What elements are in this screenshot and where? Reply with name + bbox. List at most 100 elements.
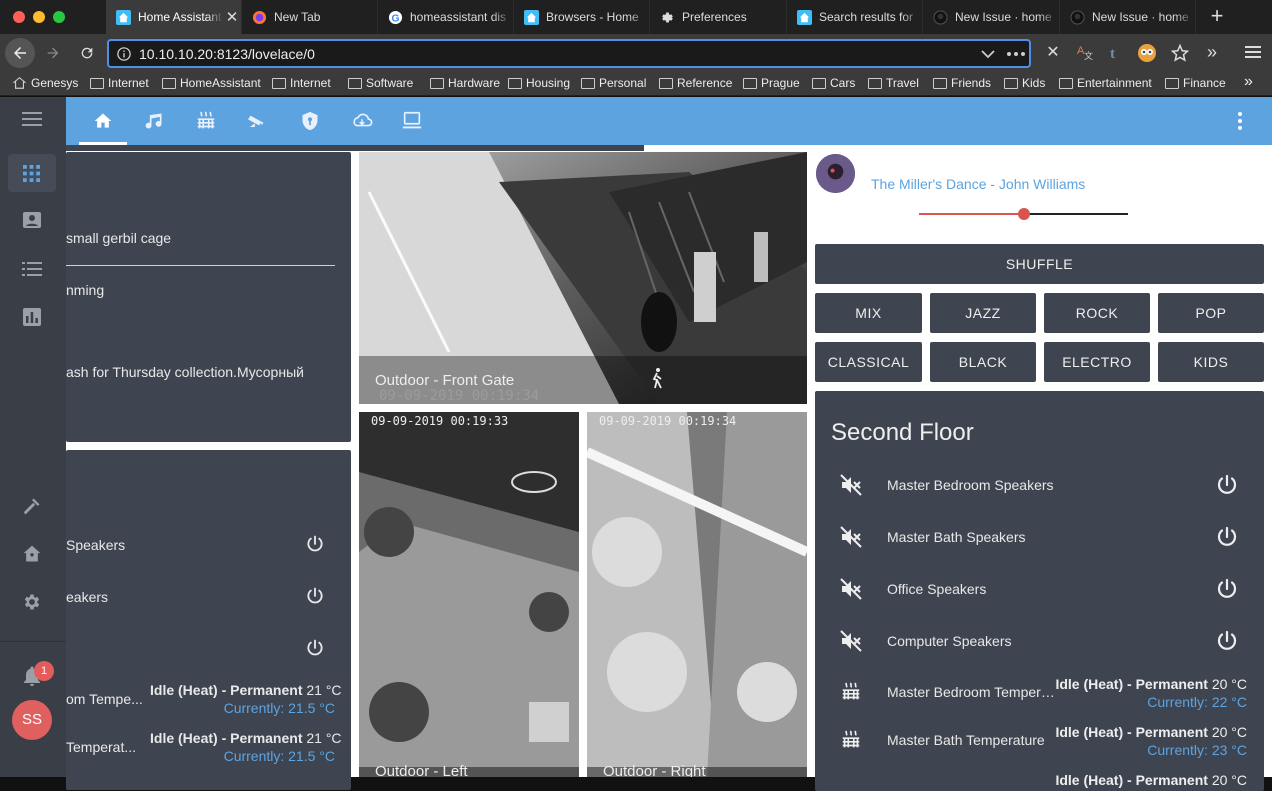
bookmark-folder[interactable]: Hardware — [430, 76, 500, 90]
tab-security[interactable] — [286, 97, 334, 145]
thermostat-current: Currently: 22 °C — [1147, 694, 1247, 710]
sidebar-item-history[interactable] — [20, 305, 44, 329]
bookmark-folder[interactable]: Prague — [743, 76, 800, 90]
close-tab-icon[interactable]: ✕ — [223, 8, 241, 26]
bookmark-folder[interactable]: Internet — [90, 76, 149, 90]
power-icon[interactable] — [1215, 525, 1239, 549]
bookmark-folder[interactable]: Finance — [1165, 76, 1226, 90]
album-art[interactable] — [816, 154, 855, 193]
overflow-extensions-button[interactable]: » — [1202, 42, 1222, 62]
genre-rock-button[interactable]: ROCK — [1044, 293, 1150, 333]
browser-tab[interactable]: Home Assistant ✕ — [106, 0, 242, 34]
shuffle-button[interactable]: SHUFFLE — [815, 244, 1264, 284]
tab-cameras[interactable] — [234, 97, 282, 145]
bookmark-folder[interactable]: Personal — [581, 76, 646, 90]
bookmark-item[interactable]: Genesys — [12, 76, 78, 90]
app-menu-button[interactable] — [1243, 42, 1263, 62]
bookmark-folder[interactable]: Internet — [272, 76, 331, 90]
bookmark-folder[interactable]: Kids — [1004, 76, 1045, 90]
genre-black-button[interactable]: BLACK — [930, 342, 1036, 382]
browser-tab[interactable]: Search results for — [787, 0, 923, 34]
genre-kids-button[interactable]: KIDS — [1158, 342, 1264, 382]
bookmark-folder[interactable]: HomeAssistant — [162, 76, 261, 90]
genre-jazz-button[interactable]: JAZZ — [930, 293, 1036, 333]
bookmark-star-button[interactable] — [1169, 42, 1191, 64]
close-window-button[interactable] — [13, 11, 25, 23]
genre-pop-button[interactable]: POP — [1158, 293, 1264, 333]
chevron-down-icon[interactable] — [981, 49, 995, 59]
stop-button[interactable]: ✕ — [1043, 42, 1063, 62]
speaker-row[interactable]: Master Bedroom Speakers — [815, 459, 1263, 511]
browser-tab[interactable]: Browsers - Home — [514, 0, 650, 34]
thermostat-row[interactable]: Master Bedroom Temperature Idle (Heat) -… — [815, 667, 1263, 715]
tumblr-extension-button[interactable]: t — [1104, 42, 1124, 62]
camera-outdoor-right[interactable]: 09-09-2019 00:19:34 Outdoor - Right — [587, 412, 807, 777]
bookmark-folder[interactable]: Entertainment — [1059, 76, 1152, 90]
arrow-left-icon — [14, 47, 26, 59]
thermostat-name[interactable]: om Tempe... — [66, 691, 143, 707]
bookmark-folder[interactable]: Reference — [659, 76, 732, 90]
speaker-row[interactable]: Computer Speakers — [815, 615, 1263, 667]
avatar[interactable]: SS — [12, 700, 52, 740]
camera-front-gate[interactable]: 09-09-2019 00:19:34 Outdoor - Front Gate — [359, 152, 807, 404]
bookmark-folder[interactable]: Software — [348, 76, 413, 90]
sidebar-item-overview[interactable] — [8, 154, 56, 192]
minimize-window-button[interactable] — [33, 11, 45, 23]
tab-home[interactable] — [79, 97, 127, 145]
tab-heating[interactable] — [182, 97, 230, 145]
sidebar-item-supervisor[interactable] — [20, 542, 44, 566]
speaker-name[interactable]: Speakers — [66, 537, 125, 553]
browser-tab[interactable]: Preferences — [650, 0, 787, 34]
extension-button[interactable] — [1136, 42, 1158, 64]
forward-button[interactable] — [42, 42, 64, 64]
genre-mix-button[interactable]: MIX — [815, 293, 922, 333]
power-icon[interactable] — [305, 534, 325, 554]
browser-tab[interactable]: G homeassistant dis — [378, 0, 514, 34]
power-icon[interactable] — [1215, 629, 1239, 653]
bookmark-folder[interactable]: Travel — [868, 76, 919, 90]
thermostat-state: Idle (Heat) - Permanent 20 °C — [1055, 772, 1247, 788]
list-item[interactable]: nming — [66, 282, 104, 298]
list-item[interactable]: small gerbil cage — [66, 230, 171, 246]
sidebar-item-configuration[interactable] — [20, 590, 44, 614]
sidebar-menu-button[interactable] — [20, 107, 44, 131]
thermostat-row[interactable]: Idle (Heat) - Permanent 20 °C — [815, 763, 1263, 791]
header-overflow-menu[interactable] — [1216, 97, 1264, 145]
thermostat-name[interactable]: Temperat... — [66, 739, 136, 755]
browser-tab[interactable]: New Tab — [242, 0, 378, 34]
address-bar[interactable]: 10.10.10.20:8123/lovelace/0 — [107, 39, 1031, 68]
volume-slider-handle[interactable] — [1017, 208, 1030, 220]
power-icon[interactable] — [1215, 577, 1239, 601]
tab-music[interactable] — [130, 97, 178, 145]
tab-cloud[interactable] — [338, 97, 386, 145]
bookmark-folder[interactable]: Cars — [812, 76, 855, 90]
reload-button[interactable] — [76, 42, 98, 64]
sidebar-item-developer-tools[interactable] — [20, 494, 44, 518]
speaker-row[interactable]: Office Speakers — [815, 563, 1263, 615]
genre-electro-button[interactable]: ELECTRO — [1044, 342, 1150, 382]
power-icon[interactable] — [305, 638, 325, 658]
translate-extension-button[interactable]: A文 — [1074, 42, 1094, 62]
sidebar-item-map[interactable] — [20, 209, 44, 233]
power-icon[interactable] — [305, 586, 325, 606]
more-horizontal-icon[interactable] — [1007, 52, 1025, 56]
browser-tab[interactable]: New Issue · home — [1060, 0, 1196, 34]
zoom-window-button[interactable] — [53, 11, 65, 23]
list-item[interactable]: ash for Thursday collection.Мусорный — [66, 364, 304, 380]
thermostat-row[interactable]: Master Bath Temperature Idle (Heat) - Pe… — [815, 715, 1263, 763]
camera-outdoor-left[interactable]: 09-09-2019 00:19:33 Outdoor - Left — [359, 412, 579, 777]
browser-tab[interactable]: New Issue · home — [923, 0, 1060, 34]
speaker-name[interactable]: eakers — [66, 589, 108, 605]
new-tab-button[interactable]: + — [1205, 5, 1229, 29]
media-track-title[interactable]: The Miller's Dance - John Williams — [871, 176, 1085, 192]
tab-computers[interactable] — [388, 97, 436, 145]
power-icon[interactable] — [1215, 473, 1239, 497]
back-button[interactable] — [5, 38, 35, 68]
bookmark-folder[interactable]: Friends — [933, 76, 991, 90]
more-bookmarks-button[interactable]: » — [1244, 73, 1253, 91]
info-icon[interactable] — [117, 47, 131, 61]
speaker-row[interactable]: Master Bath Speakers — [815, 511, 1263, 563]
bookmark-folder[interactable]: Housing — [508, 76, 570, 90]
genre-classical-button[interactable]: CLASSICAL — [815, 342, 922, 382]
sidebar-item-logbook[interactable] — [20, 257, 44, 281]
